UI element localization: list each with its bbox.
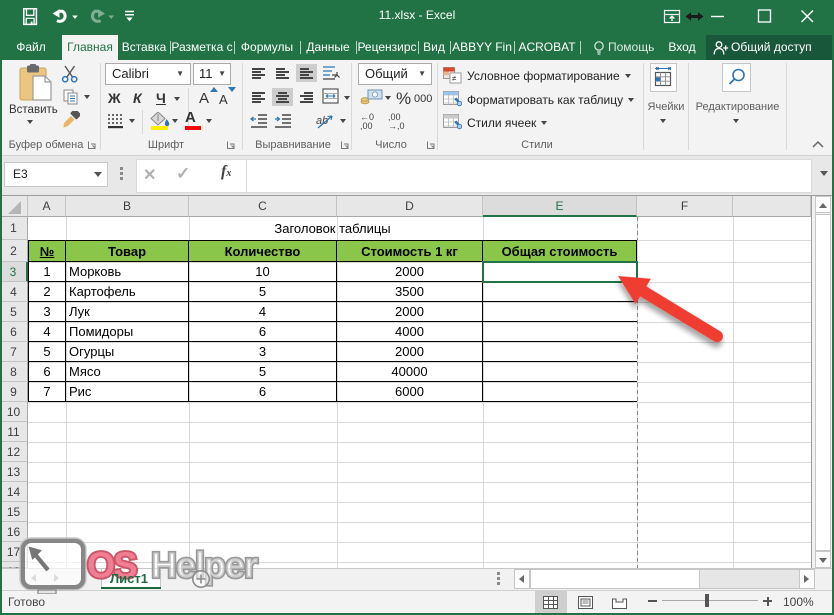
- svg-text:,00: ,00: [360, 121, 373, 130]
- svg-text:→,0: →,0: [388, 121, 405, 130]
- svg-text:≠: ≠: [452, 74, 457, 83]
